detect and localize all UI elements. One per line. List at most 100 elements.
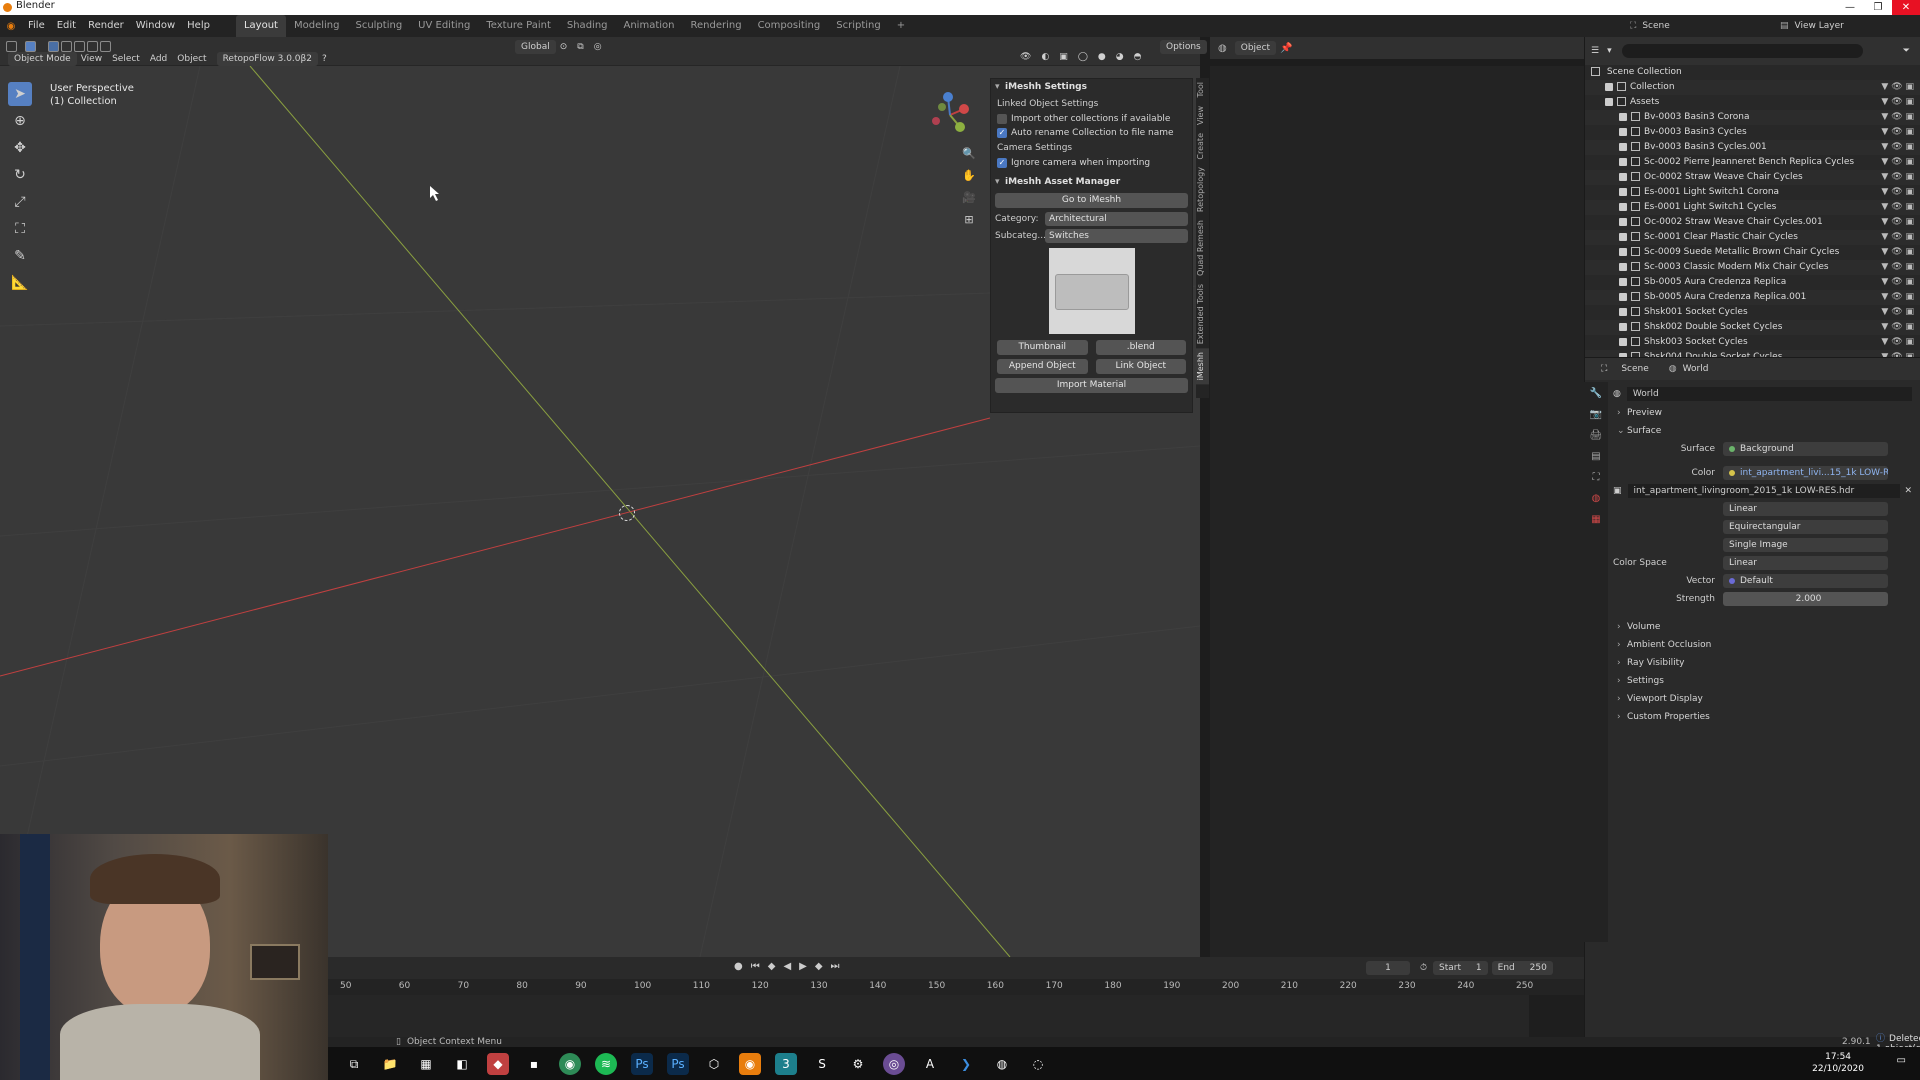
- menu-window[interactable]: Window: [130, 15, 181, 37]
- visibility-toggles-icon[interactable]: ▼ 👁 ▣: [1881, 170, 1914, 185]
- ray-visibility-section[interactable]: Ray Visibility: [1613, 654, 1912, 672]
- outliner-row[interactable]: Sb-0005 Aura Credenza Replica.001 ▼ 👁 ▣: [1585, 290, 1920, 305]
- select-tool-icon[interactable]: ➤: [8, 82, 32, 106]
- xray-icon[interactable]: ▣: [1059, 52, 1068, 62]
- scene-collection-row[interactable]: Scene Collection: [1585, 65, 1920, 80]
- outliner-row[interactable]: Oc-0002 Straw Weave Chair Cycles.001 ▼ 👁 …: [1585, 215, 1920, 230]
- visibility-toggles-icon[interactable]: ▼ 👁 ▣: [1881, 140, 1914, 155]
- exclude-checkbox-icon[interactable]: [1619, 217, 1627, 226]
- options-dropdown[interactable]: Options: [1160, 40, 1207, 54]
- annotate-tool-icon[interactable]: ✎: [8, 244, 32, 268]
- outliner-row[interactable]: Oc-0002 Straw Weave Chair Cycles ▼ 👁 ▣: [1585, 170, 1920, 185]
- pan-hand-icon[interactable]: ✋: [960, 167, 978, 185]
- exclude-checkbox-icon[interactable]: [1619, 337, 1627, 346]
- visibility-toggles-icon[interactable]: ▼ 👁 ▣: [1881, 80, 1914, 95]
- zoom-icon[interactable]: 🔍: [960, 145, 978, 163]
- interpolation-dropdown[interactable]: Linear: [1723, 502, 1888, 516]
- visibility-toggles-icon[interactable]: ▼ 👁 ▣: [1881, 95, 1914, 110]
- exclude-checkbox-icon[interactable]: [1619, 307, 1627, 316]
- outliner-row[interactable]: Sc-0003 Classic Modern Mix Chair Cycles ▼…: [1585, 260, 1920, 275]
- render-props-icon[interactable]: 📷: [1587, 406, 1605, 424]
- blender-taskbar-icon[interactable]: ◉: [739, 1052, 761, 1075]
- shading-solid-icon[interactable]: ●: [1098, 52, 1106, 62]
- world-props-icon[interactable]: ◍: [1587, 490, 1605, 508]
- props-world-label[interactable]: World: [1683, 364, 1709, 374]
- clock[interactable]: 17:54 22/10/2020: [1812, 1051, 1864, 1075]
- imeshh-settings-header[interactable]: iMeshh Settings: [991, 79, 1192, 96]
- overlays-icon[interactable]: ◐: [1041, 52, 1049, 62]
- asset-thumbnail[interactable]: [1048, 248, 1135, 334]
- colorspace-dropdown[interactable]: Linear: [1723, 556, 1888, 570]
- jump-end-icon[interactable]: ⏭: [831, 961, 840, 972]
- outliner-row[interactable]: Assets ▼ 👁 ▣: [1585, 95, 1920, 110]
- add-workspace-icon[interactable]: +: [889, 15, 913, 37]
- ignore-camera-checkbox[interactable]: ✓ Ignore camera when importing: [991, 156, 1192, 170]
- menu-add[interactable]: Add: [150, 54, 167, 64]
- strength-field[interactable]: 2.000: [1723, 592, 1888, 606]
- app-icon-3[interactable]: ▪: [523, 1053, 545, 1075]
- asset-manager-header[interactable]: iMeshh Asset Manager: [991, 174, 1192, 191]
- select-mode-new-icon[interactable]: [48, 40, 59, 52]
- transform-tool-icon[interactable]: ⛶: [8, 217, 32, 241]
- frame-ruler[interactable]: 50 60 70 80 90 100 110 120 130 140 150 160 170 180 190…: [326, 979, 1584, 995]
- outliner-row[interactable]: Bv-0003 Basin3 Corona ▼ 👁 ▣: [1585, 110, 1920, 125]
- select-box-icon[interactable]: [25, 40, 36, 52]
- outliner-row[interactable]: Bv-0003 Basin3 Cycles ▼ 👁 ▣: [1585, 125, 1920, 140]
- surface-section[interactable]: Surface: [1613, 422, 1912, 440]
- tab-quad-remesh[interactable]: Quad Remesh: [1196, 216, 1209, 280]
- app-icon-7[interactable]: ⚙: [847, 1053, 869, 1075]
- visibility-toggles-icon[interactable]: ▼ 👁 ▣: [1881, 185, 1914, 200]
- maximize-icon[interactable]: ❐: [1864, 0, 1892, 15]
- obs-icon[interactable]: ◍: [991, 1053, 1013, 1075]
- import-other-collections-checkbox[interactable]: Import other collections if available: [991, 112, 1192, 126]
- tab-tool[interactable]: Tool: [1196, 78, 1209, 102]
- visibility-toggles-icon[interactable]: ▼ 👁 ▣: [1881, 230, 1914, 245]
- outliner-row[interactable]: Bv-0003 Basin3 Cycles.001 ▼ 👁 ▣: [1585, 140, 1920, 155]
- app-icon-2[interactable]: ◆: [487, 1052, 509, 1075]
- outliner-row[interactable]: Shsk003 Socket Cycles ▼ 👁 ▣: [1585, 335, 1920, 350]
- ortho-grid-icon[interactable]: ⊞: [960, 211, 978, 229]
- link-object-button[interactable]: Link Object: [1095, 359, 1186, 374]
- help-icon[interactable]: ?: [322, 54, 327, 64]
- exclude-checkbox-icon[interactable]: [1619, 262, 1627, 271]
- exclude-checkbox-icon[interactable]: [1619, 247, 1627, 256]
- measure-tool-icon[interactable]: 📐: [8, 271, 32, 295]
- visibility-toggles-icon[interactable]: ▼ 👁 ▣: [1881, 335, 1914, 350]
- tool-props-icon[interactable]: 🔧: [1587, 385, 1605, 403]
- object-dropdown[interactable]: Object: [1234, 41, 1277, 55]
- props-scene-label[interactable]: Scene: [1621, 364, 1648, 374]
- navigation-gizmo[interactable]: [920, 85, 980, 145]
- exclude-checkbox-icon[interactable]: [1619, 112, 1627, 121]
- outliner-row[interactable]: Shsk002 Double Socket Cycles ▼ 👁 ▣: [1585, 320, 1920, 335]
- file-explorer-icon[interactable]: 📁: [379, 1053, 401, 1075]
- rotate-tool-icon[interactable]: ↻: [8, 163, 32, 187]
- play-icon[interactable]: ▶: [799, 961, 807, 972]
- blender-menu-icon[interactable]: ◉: [0, 21, 22, 32]
- tab-compositing[interactable]: Compositing: [750, 15, 829, 37]
- menu-edit[interactable]: Edit: [51, 15, 82, 37]
- menu-select[interactable]: Select: [112, 54, 140, 64]
- app-icon-8[interactable]: A: [919, 1053, 941, 1075]
- shading-wireframe-icon[interactable]: ◯: [1078, 52, 1088, 62]
- visibility-toggles-icon[interactable]: ▼ 👁 ▣: [1881, 215, 1914, 230]
- volume-section[interactable]: Volume: [1613, 618, 1912, 636]
- image-name[interactable]: int_apartment_livingroom_2015_1k LOW-RES…: [1627, 484, 1901, 498]
- viewport-display-section[interactable]: Viewport Display: [1613, 690, 1912, 708]
- world-name[interactable]: World: [1626, 387, 1912, 401]
- import-material-button[interactable]: Import Material: [995, 378, 1188, 393]
- editor-type-icon[interactable]: [6, 40, 17, 52]
- visibility-toggles-icon[interactable]: ▼ 👁 ▣: [1881, 275, 1914, 290]
- exclude-checkbox-icon[interactable]: [1619, 142, 1627, 151]
- tab-create[interactable]: Create: [1196, 129, 1209, 164]
- end-frame-field[interactable]: End 250: [1491, 961, 1553, 975]
- task-view-icon[interactable]: ⧉: [343, 1053, 365, 1075]
- source-dropdown[interactable]: Single Image: [1723, 538, 1888, 552]
- world-datablock[interactable]: ◍ World: [1613, 384, 1912, 404]
- tab-view[interactable]: View: [1196, 102, 1209, 129]
- select-mode-subtract-icon[interactable]: [74, 40, 85, 52]
- ambient-occlusion-section[interactable]: Ambient Occlusion: [1613, 636, 1912, 654]
- exclude-checkbox-icon[interactable]: [1619, 172, 1627, 181]
- preview-section[interactable]: Preview: [1613, 404, 1912, 422]
- retopoflow-dropdown[interactable]: RetopoFlow 3.0.0β2: [216, 52, 318, 66]
- visibility-toggles-icon[interactable]: ▼ 👁 ▣: [1881, 305, 1914, 320]
